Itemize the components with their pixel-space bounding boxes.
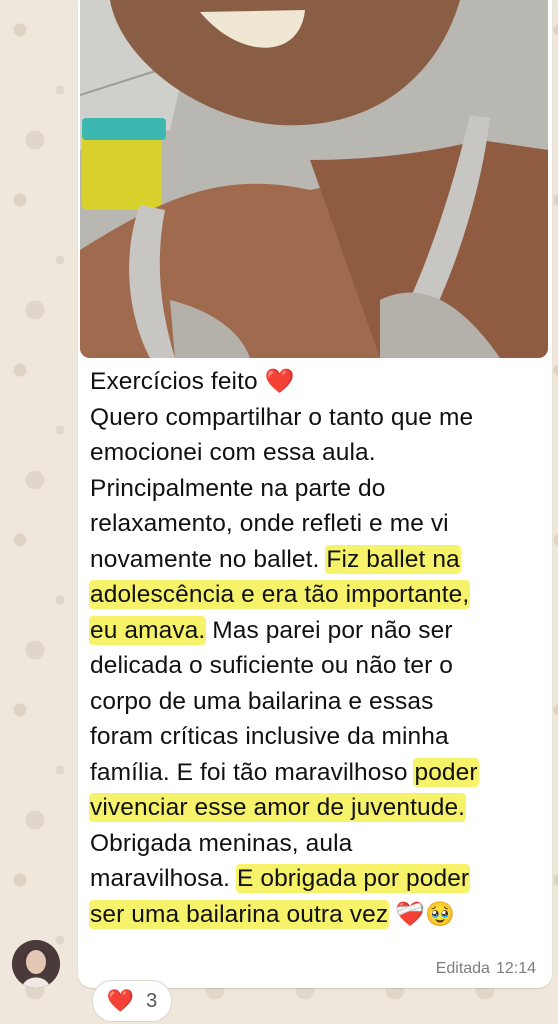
highlighted-text: vivenciar esse amor de juventude. (90, 794, 466, 821)
message-line: Exercícios feito ❤️ (90, 368, 295, 395)
message-line: Principalmente na parte do (90, 474, 386, 502)
message-line: vivenciar esse amor de juventude. (90, 790, 538, 826)
message-line: Obrigada meninas, aula (90, 829, 353, 857)
highlighted-text: eu amava. (90, 616, 206, 644)
message-line: família. E foi tão maravilhoso poder (90, 758, 478, 786)
sender-avatar[interactable] (12, 940, 60, 988)
highlighted-text: adolescência e era tão importante, (90, 581, 470, 608)
message-text: Exercícios feito ❤️ Quero compartilhar o… (90, 364, 538, 932)
message-bubble[interactable]: Exercícios feito ❤️ Quero compartilhar o… (78, 0, 552, 988)
message-line: delicada o suficiente ou não ter o (90, 652, 453, 679)
message-line: novamente no ballet. Fiz ballet na (90, 545, 460, 573)
message-line: corpo de uma bailarina e essas (90, 687, 434, 715)
message-line: Quero compartilhar o tanto que me (90, 403, 474, 431)
message-meta: Editada 12:14 (436, 960, 536, 978)
highlighted-text: E obrigada por poder (237, 865, 470, 892)
heart-icon: ❤️ (106, 988, 135, 1013)
highlighted-text: poder (414, 758, 478, 786)
message-photo[interactable] (80, 0, 548, 358)
message-line: adolescência e era tão importante, (90, 577, 538, 613)
message-line: eu amava. Mas parei por não ser (90, 616, 453, 644)
highlighted-text: Fiz ballet na (326, 545, 460, 573)
photo-illustration (80, 0, 548, 358)
reaction-count: 3 (146, 989, 158, 1012)
highlighted-text: ser uma bailarina outra vez (90, 900, 389, 928)
message-time: 12:14 (495, 960, 536, 977)
message-line: ser uma bailarina outra vez ❤️‍🩹🥹 (90, 897, 538, 933)
message-line: foram críticas inclusive da minha (90, 723, 449, 750)
emoji-icons: ❤️‍🩹🥹 (395, 900, 456, 928)
message-line: maravilhosa. E obrigada por poder (90, 865, 470, 892)
reaction-pill[interactable]: ❤️ 3 (92, 980, 172, 1022)
avatar-image (12, 940, 60, 988)
heart-emoji-icon: ❤️ (264, 368, 295, 395)
message-line: relaxamento, onde refleti e me vi (90, 510, 449, 537)
message-line: emocionei com essa aula. (90, 439, 376, 466)
edited-label: Editada (435, 960, 490, 977)
